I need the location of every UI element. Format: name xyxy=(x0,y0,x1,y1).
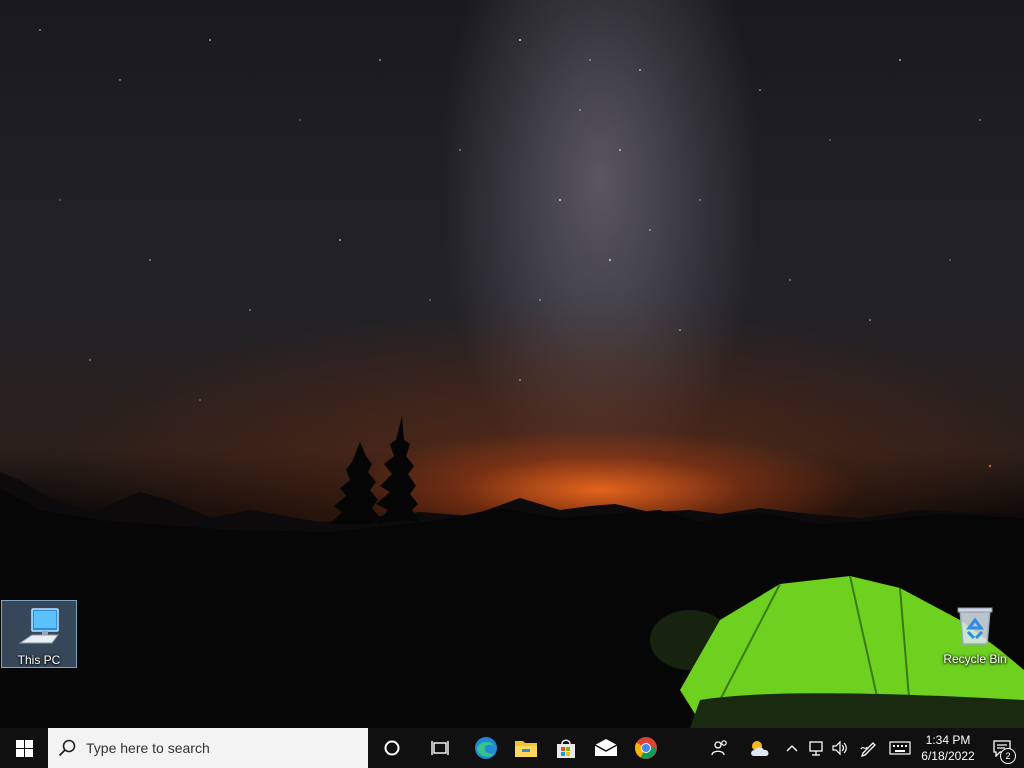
cortana-icon xyxy=(384,740,400,756)
edge-taskbar-button[interactable] xyxy=(466,728,506,768)
file-explorer-icon xyxy=(515,741,537,757)
keyboard-icon xyxy=(889,741,911,755)
clock[interactable]: 1:34 PM 6/18/2022 xyxy=(916,732,980,764)
search-placeholder: Type here to search xyxy=(86,740,210,756)
mail-icon xyxy=(594,739,618,756)
microsoft-store-taskbar-button[interactable] xyxy=(546,728,586,768)
system-tray: 1:34 PM 6/18/2022 2 xyxy=(700,728,1024,768)
pen-workspace-button[interactable] xyxy=(852,728,884,768)
recycle-bin-label: Recycle Bin xyxy=(943,652,1007,666)
weather-button[interactable] xyxy=(740,728,780,768)
mountain-landscape xyxy=(0,416,1024,728)
recycle-bin-icon xyxy=(957,607,993,645)
show-hidden-icons-button[interactable] xyxy=(780,728,804,768)
windows-logo-icon xyxy=(15,739,33,757)
start-button[interactable] xyxy=(0,728,48,768)
search-icon xyxy=(58,739,76,757)
action-center-button[interactable]: 2 xyxy=(980,728,1024,768)
edge-icon xyxy=(475,737,497,759)
this-pc-desktop-icon[interactable]: This PC xyxy=(1,600,77,668)
weather-partly-cloudy-icon xyxy=(751,741,769,756)
this-pc-label: This PC xyxy=(17,653,61,667)
volume-icon xyxy=(832,740,847,756)
mail-taskbar-button[interactable] xyxy=(586,728,626,768)
microsoft-store-icon xyxy=(557,739,575,758)
desktop-wallpaper xyxy=(0,0,1024,728)
cortana-button[interactable] xyxy=(372,728,412,768)
network-ethernet-icon xyxy=(809,741,823,756)
people-icon xyxy=(711,740,727,756)
taskbar: Type here to search 1:34 PM 6/18/2022 2 xyxy=(0,728,1024,768)
clock-date: 6/18/2022 xyxy=(921,749,975,763)
pen-icon xyxy=(860,742,876,757)
computer-icon xyxy=(18,608,59,644)
taskbar-search-box[interactable]: Type here to search xyxy=(48,728,368,768)
task-view-button[interactable] xyxy=(420,728,460,768)
touch-keyboard-button[interactable] xyxy=(884,728,916,768)
notification-count-badge: 2 xyxy=(1000,748,1016,764)
people-button[interactable] xyxy=(700,728,740,768)
task-view-icon xyxy=(431,741,449,755)
file-explorer-taskbar-button[interactable] xyxy=(506,728,546,768)
recycle-bin-desktop-icon[interactable]: Recycle Bin xyxy=(937,600,1013,668)
chevron-up-icon xyxy=(786,745,798,752)
volume-button[interactable] xyxy=(828,728,852,768)
clock-time: 1:34 PM xyxy=(925,733,971,747)
chrome-taskbar-button[interactable] xyxy=(626,728,666,768)
network-button[interactable] xyxy=(804,728,828,768)
chrome-icon xyxy=(635,737,657,759)
